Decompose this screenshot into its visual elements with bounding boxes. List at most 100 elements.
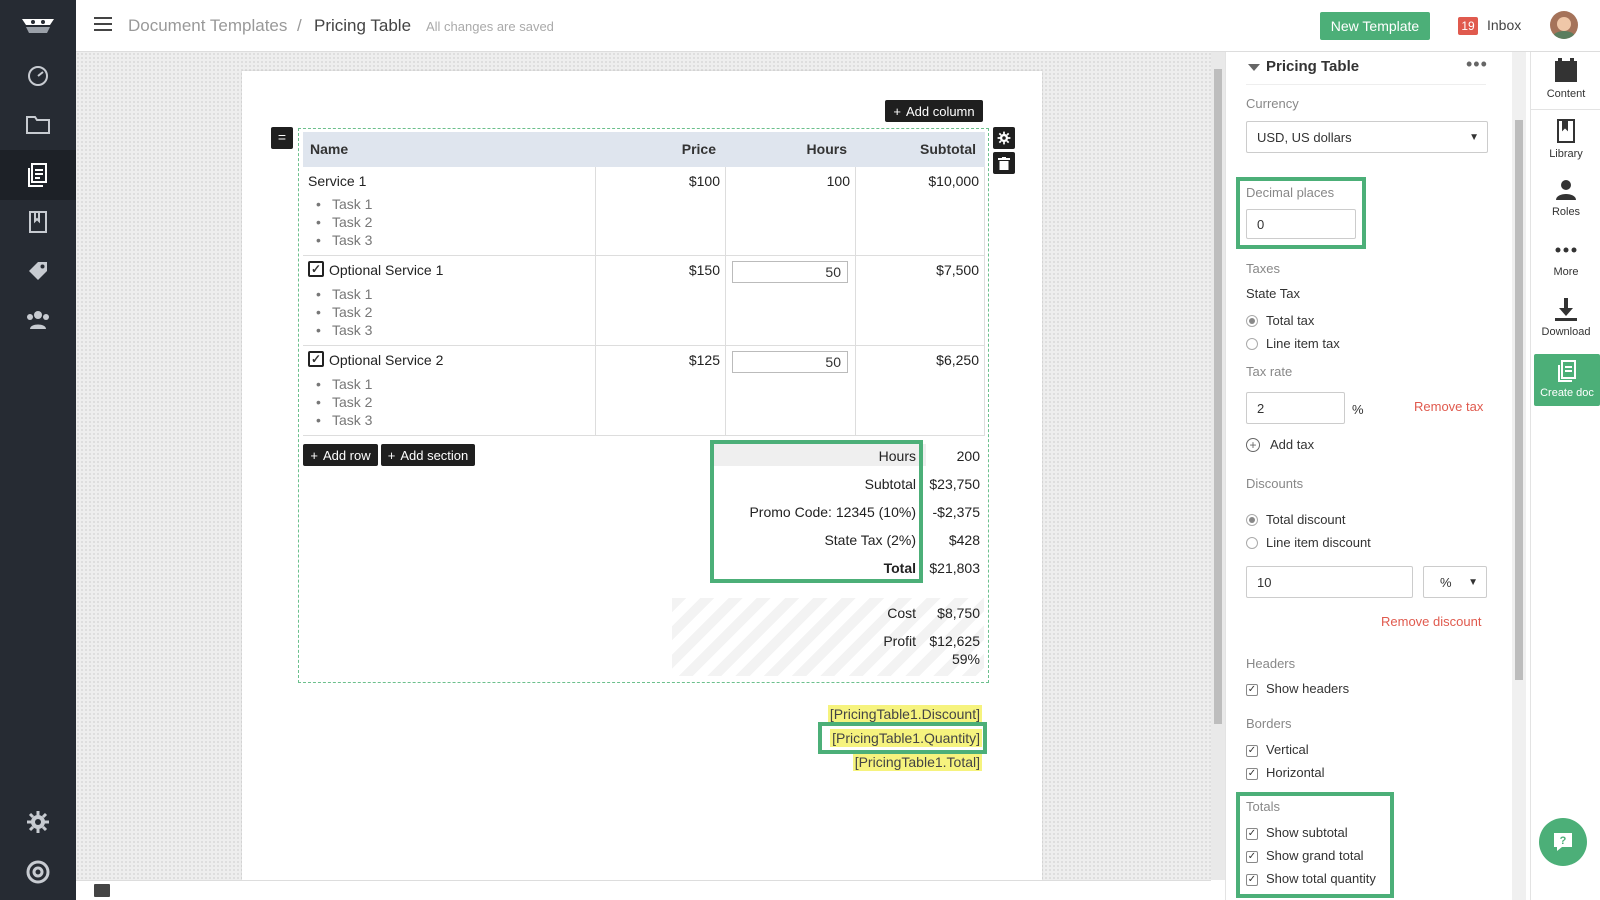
- hamburger-menu-icon[interactable]: [94, 17, 112, 31]
- remove-discount-link[interactable]: Remove discount: [1381, 614, 1481, 629]
- library-icon[interactable]: [22, 206, 54, 238]
- settings-icon[interactable]: [22, 806, 54, 838]
- contacts-icon[interactable]: [22, 304, 54, 336]
- borders-label: Borders: [1246, 716, 1292, 731]
- row-subtotal: $10,000: [928, 173, 979, 189]
- remove-tax-link[interactable]: Remove tax: [1414, 399, 1483, 414]
- add-row-button[interactable]: + Add row: [303, 444, 378, 466]
- breadcrumb-root[interactable]: Document Templates: [128, 16, 287, 36]
- optional-checkbox[interactable]: ✓: [308, 351, 324, 367]
- merge-field-total[interactable]: [PricingTable1.Total]: [852, 753, 982, 771]
- summary-total-value: $21,803: [929, 560, 980, 576]
- line-item-tax-radio[interactable]: [1246, 338, 1258, 350]
- optional-checkbox[interactable]: ✓: [308, 261, 324, 277]
- chat-help-button[interactable]: ?: [1539, 818, 1587, 866]
- panel-title: Pricing Table: [1266, 58, 1360, 75]
- tab-roles[interactable]: Roles: [1531, 178, 1600, 218]
- add-tax-link[interactable]: Add tax: [1270, 437, 1314, 452]
- headers-label: Headers: [1246, 656, 1296, 671]
- row-price: $100: [688, 173, 720, 189]
- breadcrumb-separator: /: [297, 16, 302, 35]
- decimal-highlight-box: [1236, 177, 1366, 249]
- total-discount-label: Total discount: [1266, 512, 1346, 527]
- chevron-down-icon: ▼: [1468, 576, 1478, 588]
- tab-download[interactable]: Download: [1531, 296, 1600, 338]
- currency-select[interactable]: USD, US dollars ▼: [1246, 121, 1488, 153]
- collapse-caret-icon[interactable]: [1248, 64, 1260, 71]
- table-settings-icon[interactable]: [993, 127, 1015, 149]
- line-item-discount-label: Line item discount: [1266, 535, 1371, 550]
- help-ring-icon[interactable]: [22, 856, 54, 888]
- panel-scrollbar-thumb[interactable]: [1515, 120, 1523, 680]
- row-price: $150: [688, 262, 720, 278]
- quantity-input[interactable]: 50: [732, 261, 848, 283]
- contact-card-icon[interactable]: [94, 884, 110, 897]
- drag-handle-icon[interactable]: =: [271, 127, 293, 149]
- delete-table-icon[interactable]: [993, 152, 1015, 174]
- list-item: Task 3: [316, 412, 373, 428]
- row-divider: [303, 345, 985, 346]
- folder-icon[interactable]: [22, 108, 54, 140]
- quantity-input[interactable]: 50: [732, 351, 848, 373]
- total-discount-radio[interactable]: [1246, 514, 1258, 526]
- list-item: Task 2: [316, 304, 373, 320]
- border-horizontal-checkbox[interactable]: ✓: [1246, 768, 1258, 780]
- tab-content[interactable]: Content: [1531, 58, 1600, 110]
- panel-divider: [1246, 84, 1486, 85]
- merge-field-discount[interactable]: [PricingTable1.Discount]: [827, 705, 982, 723]
- right-tab-bar: Content Library Roles More Download Crea…: [1530, 52, 1600, 900]
- discount-value-input[interactable]: 10: [1246, 566, 1413, 598]
- cost-value: $8,750: [937, 605, 980, 621]
- currency-label: Currency: [1246, 96, 1299, 111]
- plus-icon: +: [310, 447, 318, 463]
- add-tax-icon[interactable]: +: [1246, 438, 1260, 452]
- profit-label: Profit: [883, 633, 916, 649]
- inbox-link[interactable]: Inbox: [1487, 17, 1521, 33]
- canvas-scrollbar-thumb[interactable]: [1214, 69, 1222, 724]
- show-headers-checkbox[interactable]: ✓: [1246, 684, 1258, 696]
- border-vertical-checkbox[interactable]: ✓: [1246, 745, 1258, 757]
- download-icon: [1555, 298, 1577, 321]
- panel-more-icon[interactable]: •••: [1466, 54, 1488, 75]
- tab-library[interactable]: Library: [1531, 118, 1600, 160]
- profit-value: $12,625: [929, 633, 980, 649]
- tag-icon[interactable]: [22, 255, 54, 287]
- add-column-button[interactable]: + Add column: [885, 100, 983, 122]
- line-item-discount-radio[interactable]: [1246, 537, 1258, 549]
- column-divider: [595, 167, 596, 435]
- canvas-scrollbar[interactable]: [1211, 52, 1225, 880]
- discount-unit-select[interactable]: % ▼: [1423, 566, 1487, 598]
- top-bar: Document Templates / Pricing Table All c…: [76, 0, 1600, 52]
- inbox-count-badge: 19: [1458, 17, 1478, 35]
- tab-more[interactable]: More: [1531, 238, 1600, 278]
- row-divider: [303, 435, 985, 436]
- line-item-tax-label: Line item tax: [1266, 336, 1340, 351]
- dashboard-icon[interactable]: [22, 59, 54, 91]
- summary-values: 200 $23,750 -$2,375 $428 $21,803: [920, 442, 980, 587]
- column-divider: [984, 167, 985, 435]
- column-divider: [725, 167, 726, 435]
- total-tax-radio[interactable]: [1246, 315, 1258, 327]
- header-subtotal: Subtotal: [920, 141, 976, 157]
- user-avatar[interactable]: [1550, 11, 1578, 39]
- chat-help-icon: ?: [1554, 833, 1572, 851]
- chevron-down-icon: ▼: [1469, 131, 1479, 143]
- add-section-button[interactable]: + Add section: [381, 444, 475, 466]
- column-divider: [855, 167, 856, 435]
- create-doc-button[interactable]: Create doc: [1534, 354, 1600, 406]
- save-status: All changes are saved: [426, 19, 554, 34]
- list-item: Task 1: [316, 376, 373, 392]
- logo-icon: [18, 10, 58, 40]
- tax-rate-label: Tax rate: [1246, 364, 1293, 379]
- templates-icon[interactable]: [0, 150, 76, 200]
- list-item: Task 3: [316, 322, 373, 338]
- library-book-icon: [1557, 119, 1575, 143]
- panel-scrollbar[interactable]: [1512, 52, 1526, 900]
- row-subtotal: $6,250: [936, 352, 979, 368]
- summary-tax-value: $428: [948, 532, 980, 548]
- create-doc-icon: [1558, 360, 1576, 382]
- more-dots-icon: [1555, 247, 1577, 253]
- new-template-button[interactable]: New Template: [1320, 12, 1430, 40]
- plus-icon: +: [893, 103, 901, 119]
- tax-rate-input[interactable]: 2: [1246, 392, 1345, 424]
